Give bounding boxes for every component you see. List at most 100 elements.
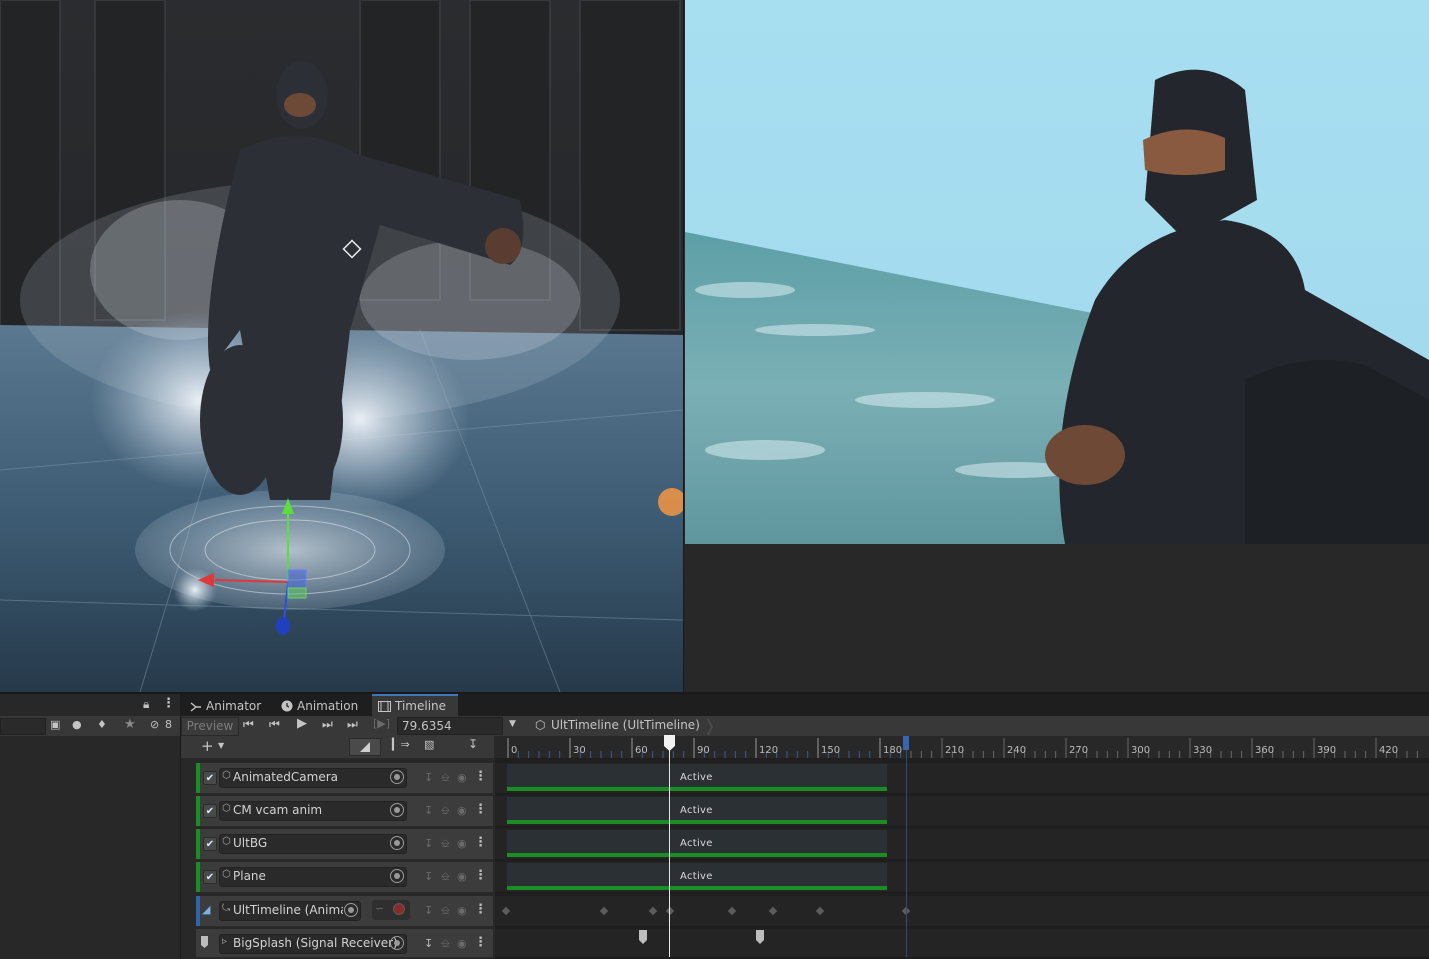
record-button-group: ∽ bbox=[372, 900, 410, 920]
lock-icon[interactable]: ⎒ bbox=[441, 904, 450, 918]
pin-icon[interactable]: ↧ bbox=[468, 737, 478, 751]
play-icon[interactable]: ▶︎ bbox=[297, 716, 307, 731]
next-frame-icon[interactable]: ⏭︎ bbox=[322, 717, 333, 732]
track-lane[interactable] bbox=[495, 896, 1429, 927]
snap-icon[interactable]: ▎⇒ bbox=[392, 738, 410, 751]
activation-clip[interactable]: Active bbox=[507, 830, 887, 857]
activation-clip[interactable]: Active bbox=[507, 797, 887, 824]
scene-visibility-icon[interactable]: ▣ bbox=[50, 718, 60, 731]
tab-animation[interactable]: Animation bbox=[275, 694, 366, 716]
object-picker-icon[interactable] bbox=[390, 803, 404, 817]
pin-icon[interactable]: ↧ bbox=[424, 904, 433, 917]
tab-animator[interactable]: Animator bbox=[184, 694, 269, 716]
curves-icon[interactable]: ∽ bbox=[375, 902, 384, 915]
ruler-label: 210 bbox=[945, 745, 965, 756]
panel-menu-icon[interactable]: ⋮ bbox=[162, 696, 175, 711]
track-header-bigsplash[interactable]: ▹ BigSplash (Signal Receiver) ↧ ⎒ ◉ ⋮ bbox=[196, 929, 493, 958]
track-header-plane[interactable]: ✔ ⬡ Plane ↧ ⎒ ◉ ⋮ bbox=[196, 862, 493, 893]
signal-track-icon bbox=[201, 936, 208, 948]
frame-dropdown-icon[interactable]: ▼ bbox=[509, 719, 516, 729]
lock-icon[interactable]: ⎒ bbox=[441, 870, 450, 884]
filter-type-icon[interactable]: ● bbox=[72, 718, 82, 731]
eye-icon[interactable]: ◉ bbox=[457, 804, 467, 817]
checkmark-icon: ✔ bbox=[205, 871, 215, 883]
signal-marker[interactable] bbox=[755, 929, 765, 945]
object-picker-icon[interactable] bbox=[390, 770, 404, 784]
playhead-line bbox=[669, 736, 670, 957]
object-picker-icon[interactable] bbox=[344, 903, 358, 917]
clip-edit-mode-button[interactable] bbox=[349, 738, 381, 756]
game-view-viewport[interactable] bbox=[685, 0, 1429, 544]
track-enabled-checkbox[interactable]: ✔ bbox=[203, 837, 217, 851]
go-to-start-icon[interactable]: ⏮︎ bbox=[243, 717, 254, 732]
track-header-animatedcamera[interactable]: ✔ ⬡ AnimatedCamera ↧ ⎒ ◉ ⋮ bbox=[196, 763, 493, 794]
track-menu-icon[interactable]: ⋮ bbox=[474, 868, 487, 883]
track-enabled-checkbox[interactable]: ✔ bbox=[203, 804, 217, 818]
eye-icon[interactable]: ◉ bbox=[457, 904, 467, 917]
track-menu-icon[interactable]: ⋮ bbox=[474, 802, 487, 817]
record-icon[interactable] bbox=[393, 903, 405, 915]
add-track-icon[interactable]: + bbox=[201, 737, 214, 755]
pin-icon[interactable]: ↧ bbox=[424, 804, 433, 817]
track-lane[interactable] bbox=[495, 929, 1429, 958]
track-color-stripe bbox=[196, 862, 200, 892]
lock-icon[interactable]: ⎒ bbox=[441, 837, 450, 851]
track-binding-field[interactable]: ⤿ UltTimeline (Animat bbox=[219, 901, 361, 921]
track-enabled-checkbox[interactable]: ✔ bbox=[203, 771, 217, 785]
object-picker-icon[interactable] bbox=[390, 836, 404, 850]
scene-view-viewport[interactable] bbox=[0, 0, 684, 692]
track-menu-icon[interactable]: ⋮ bbox=[474, 835, 487, 850]
eye-icon[interactable]: ◉ bbox=[457, 870, 467, 883]
go-to-end-icon[interactable]: ⏭︎ bbox=[347, 717, 358, 732]
object-picker-icon[interactable] bbox=[390, 936, 404, 950]
preview-button[interactable]: Preview bbox=[181, 717, 239, 736]
frame-snap-icon[interactable]: ▧ bbox=[424, 738, 434, 751]
pin-icon[interactable]: ↧ bbox=[424, 870, 433, 883]
track-name: UltBG bbox=[233, 836, 268, 850]
track-binding-field[interactable]: ⬡ Plane bbox=[219, 867, 407, 887]
pin-icon[interactable]: ↧ bbox=[424, 771, 433, 784]
signal-marker[interactable] bbox=[638, 929, 648, 945]
track-name: CM vcam anim bbox=[233, 803, 323, 817]
track-binding-field[interactable]: ⬡ CM vcam anim bbox=[219, 801, 407, 821]
lock-icon[interactable]: ⎒ bbox=[441, 771, 450, 785]
eye-icon[interactable]: ◉ bbox=[457, 937, 467, 950]
add-track-dropdown-icon[interactable]: ▼ bbox=[218, 741, 224, 750]
track-header-ulttimeline[interactable]: ◢ ⤿ UltTimeline (Animat ∽ ↧ ⎒ ◉ ⋮ bbox=[196, 896, 493, 927]
lock-icon[interactable]: 🔒︎ bbox=[143, 697, 149, 712]
timeline-end-marker[interactable] bbox=[903, 736, 909, 750]
tab-timeline[interactable]: Timeline bbox=[372, 694, 458, 716]
activation-clip[interactable]: Active bbox=[507, 764, 887, 791]
activation-clip[interactable]: Active bbox=[507, 863, 887, 890]
track-binding-field[interactable]: ⬡ AnimatedCamera bbox=[219, 768, 407, 788]
hierarchy-search-input[interactable] bbox=[0, 718, 46, 735]
eye-icon[interactable]: ◉ bbox=[457, 837, 467, 850]
playhead-handle[interactable] bbox=[663, 734, 676, 752]
track-binding-field[interactable]: ▹ BigSplash (Signal Receiver) bbox=[219, 934, 407, 954]
pin-icon[interactable]: ↧ bbox=[424, 937, 433, 950]
label-tag-icon[interactable]: ♦ bbox=[97, 718, 107, 731]
track-enabled-checkbox[interactable]: ✔ bbox=[203, 870, 217, 884]
favorite-star-icon[interactable]: ★ bbox=[124, 717, 136, 732]
clip-active-bar bbox=[507, 886, 887, 890]
lock-icon[interactable]: ⎒ bbox=[441, 937, 450, 951]
pin-icon[interactable]: ↧ bbox=[424, 837, 433, 850]
play-range-icon[interactable]: [▶] bbox=[373, 717, 390, 730]
track-header-ultbg[interactable]: ✔ ⬡ UltBG ↧ ⎒ ◉ ⋮ bbox=[196, 829, 493, 860]
track-menu-icon[interactable]: ⋮ bbox=[474, 902, 487, 917]
game-view-background bbox=[685, 544, 1429, 692]
timeline-asset-breadcrumb[interactable]: UltTimeline (UltTimeline) bbox=[551, 718, 700, 732]
ruler-label: 180 bbox=[883, 745, 903, 756]
track-header-cm-vcam-anim[interactable]: ✔ ⬡ CM vcam anim ↧ ⎒ ◉ ⋮ bbox=[196, 796, 493, 827]
object-picker-icon[interactable] bbox=[390, 869, 404, 883]
ruler-label: 0 bbox=[511, 745, 518, 756]
track-menu-icon[interactable]: ⋮ bbox=[474, 935, 487, 950]
previous-frame-icon[interactable]: ⏮︎ bbox=[269, 717, 280, 732]
track-menu-icon[interactable]: ⋮ bbox=[474, 769, 487, 784]
clip-active-bar bbox=[507, 820, 887, 824]
hidden-objects-icon[interactable]: ⊘ bbox=[150, 718, 159, 731]
frame-field[interactable]: 79.6354 bbox=[397, 717, 503, 735]
track-binding-field[interactable]: ⬡ UltBG bbox=[219, 834, 407, 854]
lock-icon[interactable]: ⎒ bbox=[441, 804, 450, 818]
eye-icon[interactable]: ◉ bbox=[457, 771, 467, 784]
